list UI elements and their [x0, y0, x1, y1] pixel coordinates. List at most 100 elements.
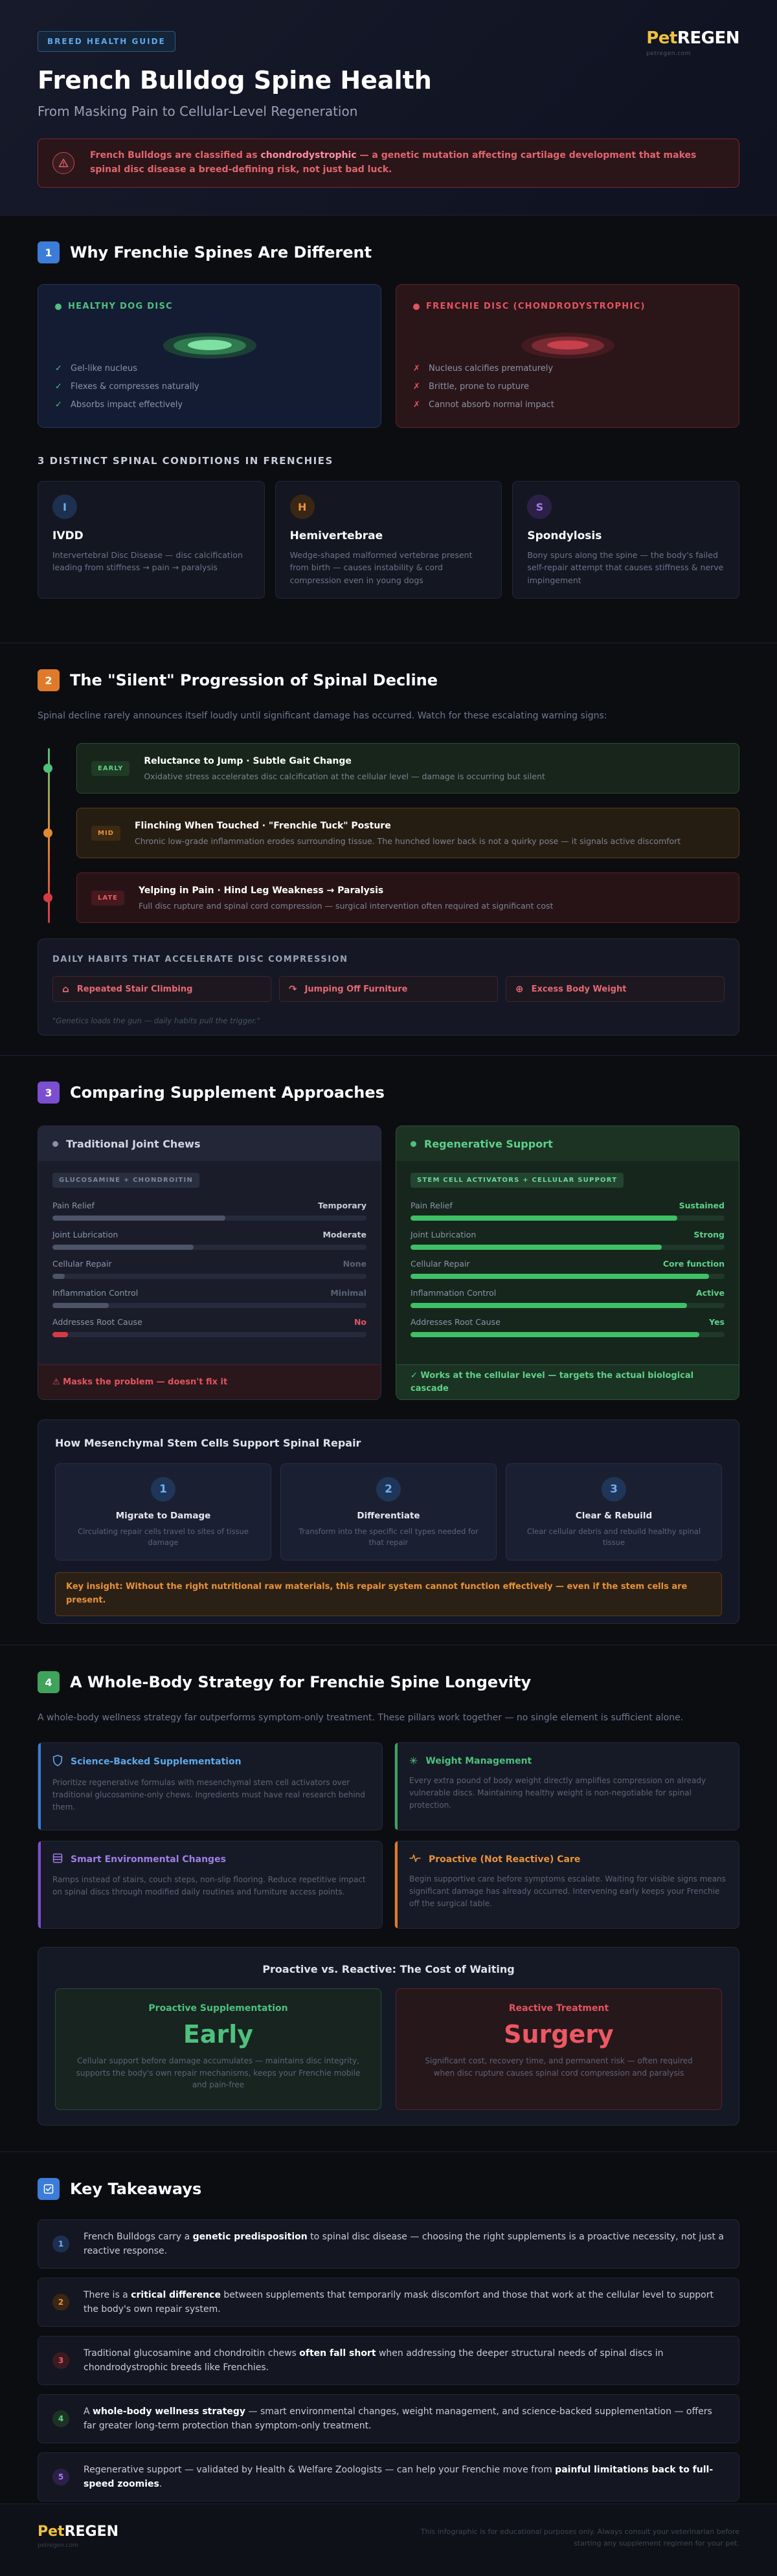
- ingredient-pill: STEM CELL ACTIVATORS + CELLULAR SUPPORT: [411, 1173, 624, 1188]
- takeaway-item: 2 There is a critical difference between …: [38, 2278, 739, 2327]
- pillar-title: Smart Environmental Changes: [71, 1854, 226, 1865]
- healthy-trait: ✓ Absorbs impact effectively: [55, 400, 183, 410]
- metric-bar-fill: [411, 1274, 709, 1279]
- status-dot: [52, 1140, 58, 1147]
- pillar-desc: Every extra pound of body weight directl…: [409, 1776, 706, 1810]
- takeaway-text: There is a critical difference between s…: [84, 2289, 714, 2315]
- page-title: French Bulldog Spine Health: [38, 66, 432, 94]
- condition-name: Spondylosis: [527, 529, 602, 542]
- regenerative-support-card: Regenerative Support STEM CELL ACTIVATOR…: [396, 1126, 739, 1400]
- metric-row: Addresses Root Cause No: [38, 1317, 381, 1337]
- metric-value: Core function: [662, 1259, 725, 1269]
- daily-habits-panel: DAILY HABITS THAT ACCELERATE DISC COMPRE…: [38, 938, 739, 1036]
- takeaway-item: 3 Traditional glucosamine and chondroitin…: [38, 2336, 739, 2385]
- section-supplement-comparison: 3 Comparing Supplement Approaches Tradit…: [0, 1056, 777, 1645]
- metric-bar-fill: [52, 1274, 65, 1279]
- msc-step-3: 3 Clear & Rebuild Clear cellular debris …: [506, 1463, 722, 1560]
- metric-bar: [411, 1303, 725, 1308]
- takeaway-number: 5: [52, 2469, 69, 2485]
- sun-icon: ✳: [409, 1755, 418, 1767]
- section-whole-body-strategy: 4 A Whole-Body Strategy for Frenchie Spi…: [0, 1645, 777, 2151]
- section-title: Key Takeaways: [70, 2180, 202, 2198]
- jump-arrow-icon: ↷: [289, 983, 297, 995]
- section-title: The "Silent" Progression of Spinal Decli…: [70, 671, 438, 689]
- pillar-title: Science-Backed Supplementation: [71, 1757, 242, 1767]
- metric-label: Inflammation Control: [52, 1288, 139, 1298]
- card-title: Regenerative Support: [424, 1137, 553, 1150]
- takeaways-list: 1 French Bulldogs carry a genetic predisp…: [38, 2219, 739, 2502]
- healthy-disc-card: HEALTHY DOG DISC ✓ Gel-like nucleus ✓ Flex…: [38, 284, 381, 428]
- key-insight: Key insight: Without the right nutrition…: [55, 1572, 722, 1616]
- metric-value: Temporary: [318, 1201, 366, 1210]
- metric-value: No: [354, 1317, 366, 1327]
- accent-bar: [38, 1841, 41, 1928]
- metric-row: Cellular Repair Core function: [396, 1259, 739, 1279]
- calcified-disc-icon: [521, 333, 614, 359]
- progression-timeline: EARLY Reluctance to Jump · Subtle Gait C…: [38, 743, 739, 923]
- pillar-desc: Prioritize regenerative formulas with me…: [52, 1778, 365, 1812]
- stage-mid: MID Flinching When Touched · "Frenchie T…: [43, 808, 739, 858]
- status-dot: [413, 303, 420, 310]
- takeaway-item: 4 A whole-body wellness strategy — smart …: [38, 2394, 739, 2443]
- metric-row: Pain Relief Sustained: [396, 1201, 739, 1221]
- habit-weight: ⊕ Excess Body Weight: [506, 976, 725, 1002]
- timeline-node: [43, 828, 52, 838]
- metric-value: Yes: [709, 1317, 725, 1327]
- section-title: Comparing Supplement Approaches: [70, 1083, 385, 1102]
- frenchie-trait: ✗ Brittle, prone to rupture: [413, 382, 529, 392]
- stage-title: Yelping in Pain · Hind Leg Weakness → Pa…: [139, 885, 384, 896]
- habits-heading: DAILY HABITS THAT ACCELERATE DISC COMPRE…: [52, 955, 348, 964]
- healthy-trait: ✓ Flexes & compresses naturally: [55, 382, 199, 392]
- box-headline: Early: [183, 2020, 254, 2049]
- ingredient-pill: GLUCOSAMINE + CHONDROITIN: [52, 1173, 200, 1188]
- metric-bar-fill: [411, 1303, 687, 1308]
- status-dot: [55, 303, 62, 310]
- regenerative-metrics: Pain Relief Sustained Joint Lubrication Str…: [396, 1201, 739, 1337]
- logo-pet: Pet: [38, 2524, 65, 2540]
- footer-disclaimer: This infographic is for educational purp…: [420, 2527, 739, 2548]
- section-lead: A whole-body wellness strategy far outpe…: [38, 1713, 684, 1723]
- pillar-supplementation: Science-Backed Supplementation Prioritiz…: [38, 1742, 383, 1830]
- stage-title: Flinching When Touched · "Frenchie Tuck"…: [134, 820, 391, 831]
- frenchie-trait: ✗ Nucleus calcifies prematurely: [413, 364, 554, 373]
- guide-badge: BREED HEALTH GUIDE: [38, 31, 175, 52]
- metric-bar: [411, 1216, 725, 1221]
- pillar-environment: Smart Environmental Changes Ramps instea…: [38, 1841, 383, 1929]
- pillar-title: Proactive (Not Reactive) Care: [429, 1854, 581, 1865]
- stage-title: Reluctance to Jump · Subtle Gait Change: [144, 755, 352, 766]
- metric-row: Inflammation Control Minimal: [38, 1288, 381, 1308]
- metric-value: Moderate: [322, 1230, 366, 1239]
- habits-quote: "Genetics loads the gun — daily habits p…: [52, 1016, 260, 1025]
- plus-circle-icon: ⊕: [515, 983, 524, 995]
- metric-bar: [52, 1274, 366, 1279]
- warning-icon: [52, 152, 74, 174]
- metric-label: Pain Relief: [52, 1201, 95, 1210]
- accent-bar: [395, 1743, 398, 1830]
- logo-pet: Pet: [646, 28, 677, 48]
- section-key-takeaways: Key Takeaways 1 French Bulldogs carry a g…: [0, 2152, 777, 2502]
- section-lead: Spinal decline rarely announces itself l…: [38, 711, 607, 721]
- metric-label: Inflammation Control: [411, 1288, 497, 1298]
- metric-bar: [411, 1332, 725, 1337]
- habit-jumping: ↷ Jumping Off Furniture: [279, 976, 498, 1002]
- metric-label: Addresses Root Cause: [52, 1317, 142, 1327]
- metric-bar-fill: [52, 1332, 69, 1337]
- stage-early: EARLY Reluctance to Jump · Subtle Gait C…: [43, 743, 739, 794]
- infographic-page: BREED HEALTH GUIDE PetREGEN petregen.com…: [0, 0, 777, 2576]
- step-title: Migrate to Damage: [115, 1511, 211, 1521]
- brand-logo[interactable]: PetREGEN petregen.com: [646, 28, 739, 57]
- accent-bar: [395, 1841, 398, 1928]
- proactive-vs-reactive-panel: Proactive vs. Reactive: The Cost of Wait…: [38, 1947, 739, 2126]
- condition-card-ivdd: I IVDD Intervertebral Disc Disease — dis…: [38, 481, 265, 599]
- metric-row: Cellular Repair None: [38, 1259, 381, 1279]
- page-footer: PetREGEN petregen.com This infographic i…: [0, 2504, 777, 2576]
- metric-value: Active: [696, 1288, 725, 1298]
- pillar-weight: ✳ Weight Management Every extra pound of …: [394, 1742, 739, 1830]
- metric-value: None: [343, 1259, 366, 1269]
- step-title: Differentiate: [357, 1511, 420, 1521]
- metric-value: Sustained: [679, 1201, 725, 1210]
- card-label: FRENCHIE DISC (CHONDRODYSTROPHIC): [426, 302, 646, 311]
- breed-risk-alert: French Bulldogs are classified as chondr…: [38, 139, 739, 188]
- metric-bar: [52, 1303, 366, 1308]
- stage-desc: Chronic low-grade inflammation erodes su…: [134, 836, 681, 846]
